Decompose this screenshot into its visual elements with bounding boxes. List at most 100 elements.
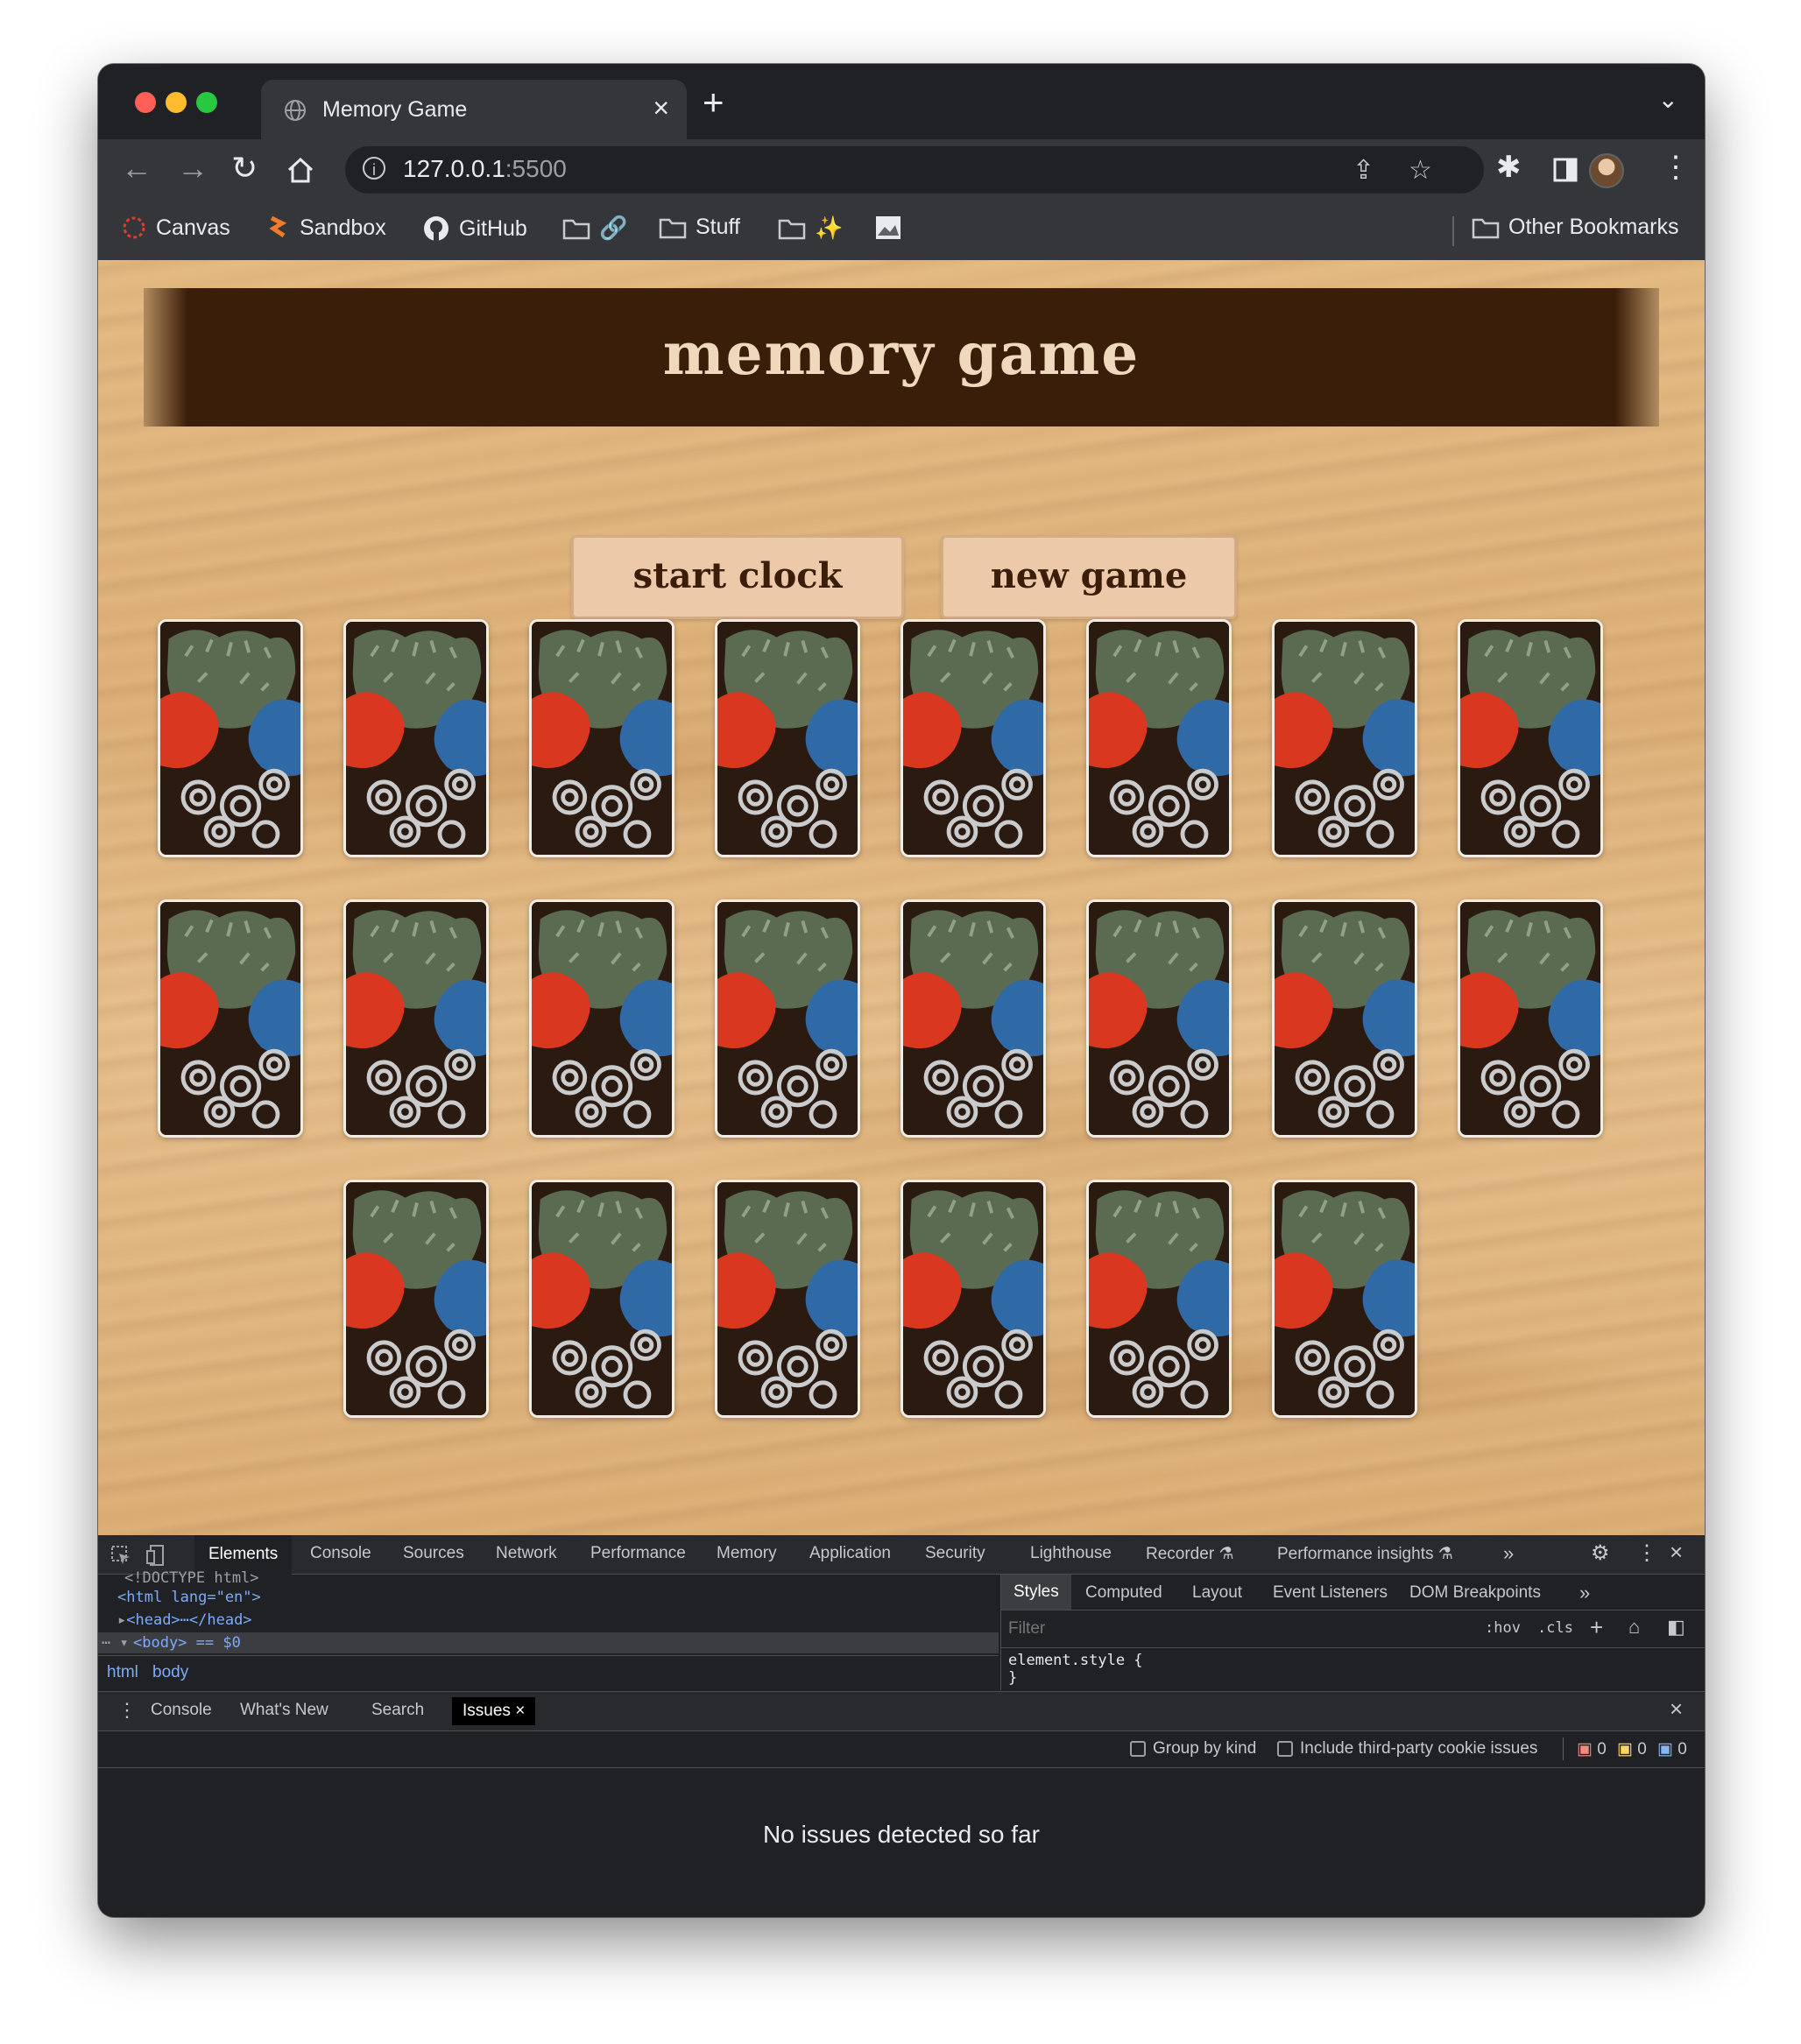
memory-card[interactable] bbox=[529, 899, 674, 1138]
memory-card[interactable] bbox=[1272, 1180, 1417, 1418]
styles-tab-dom-breakpoints[interactable]: DOM Breakpoints bbox=[1409, 1583, 1541, 1603]
breadcrumb-html[interactable]: html bbox=[107, 1663, 138, 1682]
devtools-tab-recorder[interactable]: Recorder ⚗ bbox=[1146, 1544, 1233, 1564]
drawer-tab-search[interactable]: Search bbox=[371, 1701, 424, 1720]
address-bar[interactable]: i 127.0.0.1:5500 ⇪ ☆ bbox=[345, 146, 1484, 194]
error-icon: ▣ bbox=[1577, 1740, 1593, 1759]
drawer-tab-issues[interactable]: Issues × bbox=[452, 1697, 536, 1725]
paint-brush-icon[interactable]: ⌂ bbox=[1628, 1616, 1640, 1639]
bookmark-image[interactable] bbox=[874, 215, 902, 241]
device-toolbar-icon[interactable] bbox=[145, 1544, 166, 1567]
bookmark-canvas[interactable]: Canvas bbox=[121, 215, 230, 241]
forward-icon[interactable]: → bbox=[177, 150, 208, 187]
memory-card[interactable] bbox=[1272, 619, 1417, 857]
element-style-rule[interactable]: element.style { bbox=[1008, 1652, 1143, 1669]
tab-close-icon[interactable]: × bbox=[653, 92, 669, 124]
third-party-checkbox[interactable]: Include third-party cookie issues bbox=[1277, 1739, 1537, 1759]
styles-tab-layout[interactable]: Layout bbox=[1192, 1583, 1242, 1603]
other-bookmarks[interactable]: Other Bookmarks bbox=[1472, 215, 1679, 240]
memory-card[interactable] bbox=[715, 899, 860, 1138]
devtools-tab-security[interactable]: Security bbox=[925, 1544, 985, 1563]
reload-icon[interactable]: ↻ bbox=[231, 150, 258, 187]
devtools-tab-console[interactable]: Console bbox=[310, 1544, 371, 1563]
devtools-tab-lighthouse[interactable]: Lighthouse bbox=[1030, 1544, 1112, 1563]
drawer-tab-whats-new[interactable]: What's New bbox=[240, 1701, 328, 1720]
profile-avatar[interactable] bbox=[1589, 153, 1624, 188]
minimize-window-button[interactable] bbox=[166, 92, 187, 113]
drawer-close-icon[interactable]: × bbox=[1670, 1695, 1683, 1723]
bookmark-github[interactable]: GitHub bbox=[422, 215, 527, 243]
more-menu-icon[interactable]: ⋮ bbox=[1661, 150, 1691, 185]
side-panel-icon[interactable] bbox=[1552, 157, 1579, 183]
group-by-kind-checkbox[interactable]: Group by kind bbox=[1130, 1739, 1256, 1759]
drawer-menu-icon[interactable]: ⋮ bbox=[117, 1699, 137, 1722]
memory-card[interactable] bbox=[715, 1180, 860, 1418]
devtools-tab-network[interactable]: Network bbox=[496, 1544, 557, 1563]
bookmark-folder-sparkles[interactable]: ✨ bbox=[778, 215, 843, 242]
dom-body-row[interactable]: ⋯ ▾ <body> == $0 bbox=[98, 1632, 999, 1653]
memory-card[interactable] bbox=[900, 619, 1046, 857]
dom-html[interactable]: <html lang="en"> bbox=[117, 1589, 261, 1606]
extensions-icon[interactable]: ✱ bbox=[1496, 150, 1522, 185]
inspect-element-icon[interactable] bbox=[110, 1545, 131, 1566]
devtools-tab-performance[interactable]: Performance bbox=[590, 1544, 686, 1563]
memory-card[interactable] bbox=[900, 1180, 1046, 1418]
memory-card[interactable] bbox=[1458, 899, 1603, 1138]
devtools-menu-icon[interactable]: ⋮ bbox=[1636, 1540, 1657, 1566]
folder-icon bbox=[659, 218, 687, 238]
more-tabs-icon[interactable]: » bbox=[1503, 1542, 1514, 1565]
styles-tab-event-listeners[interactable]: Event Listeners bbox=[1273, 1583, 1388, 1603]
globe-icon bbox=[285, 100, 306, 121]
memory-card[interactable] bbox=[343, 899, 489, 1138]
settings-gear-icon[interactable]: ⚙ bbox=[1591, 1540, 1610, 1566]
new-style-rule-icon[interactable]: + bbox=[1590, 1614, 1603, 1641]
memory-card[interactable] bbox=[1272, 899, 1417, 1138]
memory-card[interactable] bbox=[343, 619, 489, 857]
styles-tab-styles[interactable]: Styles bbox=[1001, 1575, 1071, 1610]
close-issues-tab-icon[interactable]: × bbox=[515, 1702, 525, 1720]
more-panels-icon[interactable]: » bbox=[1579, 1582, 1590, 1604]
styles-filter-input[interactable] bbox=[1006, 1616, 1466, 1642]
dom-doctype[interactable]: <!DOCTYPE html> bbox=[124, 1569, 259, 1587]
devtools-close-icon[interactable]: × bbox=[1670, 1539, 1683, 1566]
devtools-tab-application[interactable]: Application bbox=[809, 1544, 891, 1563]
devtools-tab-performance-insights[interactable]: Performance insights ⚗ bbox=[1277, 1544, 1453, 1564]
memory-card[interactable] bbox=[1086, 1180, 1232, 1418]
back-icon[interactable]: ← bbox=[121, 150, 152, 187]
memory-card[interactable] bbox=[529, 619, 674, 857]
memory-card[interactable] bbox=[529, 1180, 674, 1418]
new-tab-button[interactable]: + bbox=[703, 81, 724, 123]
memory-card[interactable] bbox=[158, 899, 303, 1138]
toggle-sidebar-icon[interactable]: ◧ bbox=[1667, 1616, 1685, 1639]
site-info-icon[interactable]: i bbox=[363, 157, 385, 180]
memory-card[interactable] bbox=[1086, 619, 1232, 857]
cls-toggle[interactable]: .cls bbox=[1537, 1619, 1573, 1637]
memory-card[interactable] bbox=[715, 619, 860, 857]
styles-tab-computed[interactable]: Computed bbox=[1085, 1583, 1162, 1603]
memory-card[interactable] bbox=[900, 899, 1046, 1138]
start-clock-button[interactable]: start clock bbox=[571, 535, 904, 619]
memory-card[interactable] bbox=[343, 1180, 489, 1418]
maximize-window-button[interactable] bbox=[196, 92, 217, 113]
home-icon[interactable] bbox=[286, 155, 315, 185]
share-icon[interactable]: ⇪ bbox=[1353, 155, 1374, 186]
bookmark-stuff[interactable]: Stuff bbox=[659, 215, 740, 240]
breadcrumb-body[interactable]: body bbox=[152, 1663, 188, 1682]
memory-card[interactable] bbox=[1086, 899, 1232, 1138]
close-window-button[interactable] bbox=[135, 92, 156, 113]
hov-toggle[interactable]: :hov bbox=[1485, 1619, 1521, 1637]
memory-card[interactable] bbox=[158, 619, 303, 857]
page-content: memory game start clock new game bbox=[98, 260, 1705, 1535]
expand-triangle-icon[interactable]: ▸ bbox=[117, 1611, 126, 1629]
tab-memory-game[interactable]: Memory Game × bbox=[261, 80, 687, 139]
bookmark-star-icon[interactable]: ☆ bbox=[1409, 155, 1432, 186]
tab-search-icon[interactable]: ⌄ bbox=[1658, 85, 1678, 114]
drawer-tab-console[interactable]: Console bbox=[151, 1701, 212, 1720]
bookmark-sandbox[interactable]: Sandbox bbox=[268, 215, 386, 241]
dom-head[interactable]: ▸<head>⋯</head> bbox=[117, 1611, 252, 1629]
bookmark-folder-links[interactable]: 🔗 bbox=[562, 215, 627, 242]
devtools-tab-sources[interactable]: Sources bbox=[403, 1544, 464, 1563]
devtools-tab-memory[interactable]: Memory bbox=[717, 1544, 777, 1563]
memory-card[interactable] bbox=[1458, 619, 1603, 857]
new-game-button[interactable]: new game bbox=[941, 535, 1237, 619]
